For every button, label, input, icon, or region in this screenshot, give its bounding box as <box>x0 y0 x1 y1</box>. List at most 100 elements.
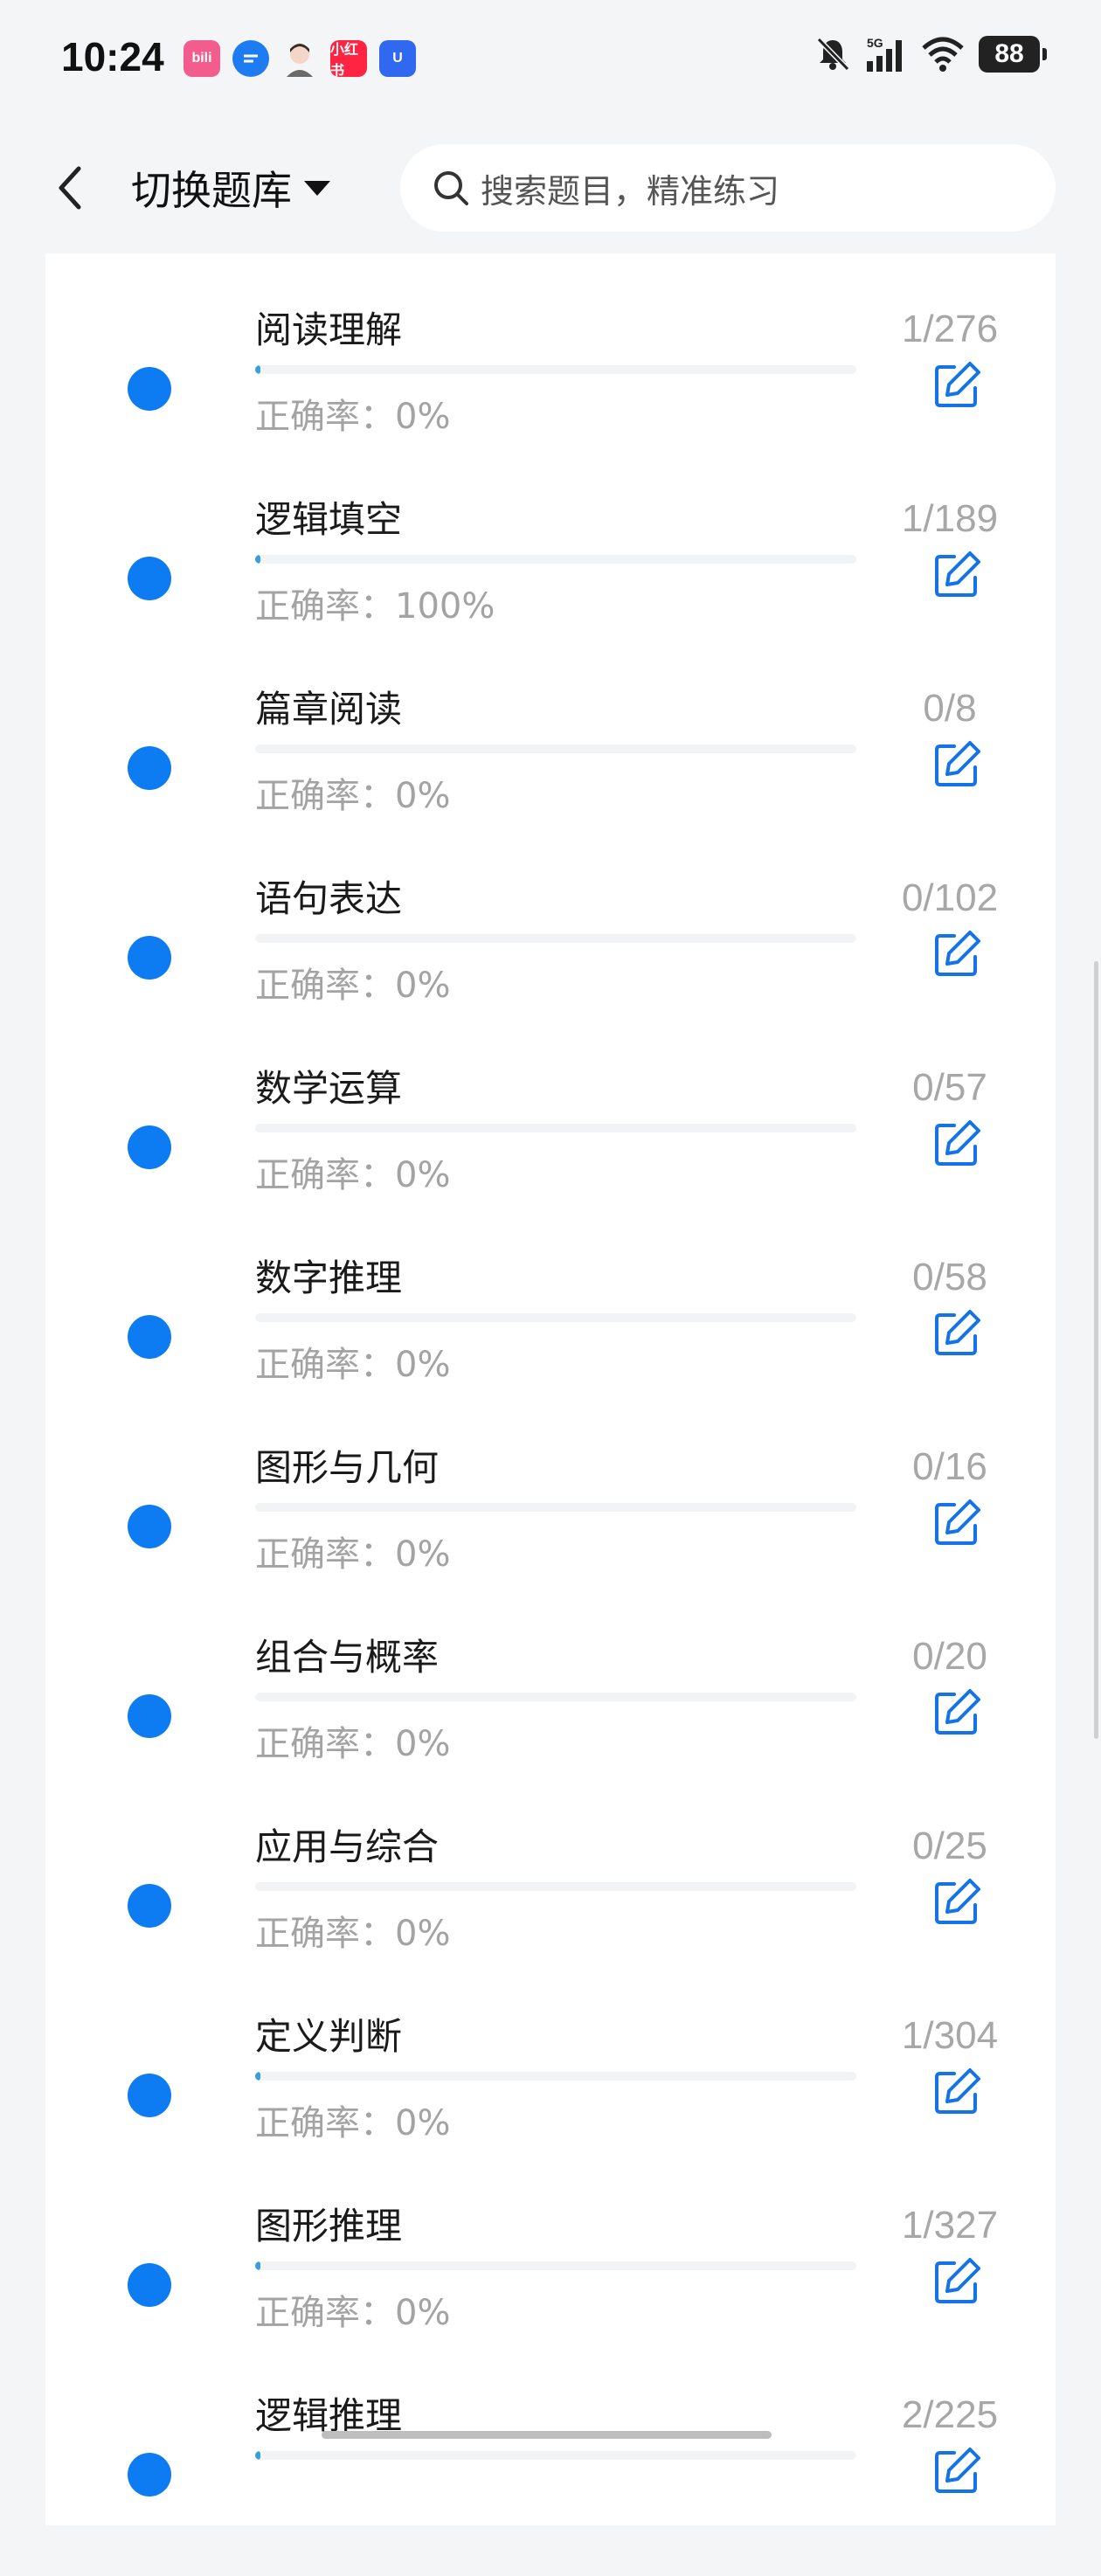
category-dot <box>128 557 171 600</box>
category-dot <box>128 1884 171 1928</box>
practice-edit-button[interactable] <box>931 2254 984 2307</box>
search-placeholder: 搜索题目，精准练习 <box>481 171 780 211</box>
edit-icon <box>935 931 980 976</box>
accuracy-label: 正确率：0% <box>255 1724 451 1764</box>
category-row[interactable]: 逻辑推理 2/225 <box>45 2386 1056 2576</box>
search-icon <box>434 171 468 205</box>
category-row[interactable]: 应用与综合 正确率：0% 0/25 <box>45 1818 1056 2007</box>
practice-edit-button[interactable] <box>931 1496 984 1548</box>
edit-icon <box>935 1689 980 1735</box>
category-dot <box>128 936 171 980</box>
category-row[interactable]: 阅读理解正确率：0% 1/276 <box>45 301 1056 490</box>
vpn-app-icon: U <box>379 40 416 77</box>
vpn-app-label: U <box>392 51 403 66</box>
switch-question-bank-button[interactable]: 切换题库 <box>131 157 330 218</box>
progress-fill <box>255 2261 260 2270</box>
practice-edit-button[interactable] <box>931 2065 984 2117</box>
chevron-left-icon <box>59 166 81 210</box>
accuracy-label: 正确率：0% <box>255 966 451 1006</box>
category-row[interactable]: 逻辑填空 正确率：100% 1/189 <box>45 490 1056 680</box>
edit-icon <box>935 1120 980 1166</box>
progress-fill <box>255 2451 261 2460</box>
progress-bar <box>255 1313 856 1322</box>
edit-icon <box>935 551 980 597</box>
progress-bar <box>255 1693 856 1701</box>
category-name: 语句表达 <box>255 877 403 920</box>
category-row[interactable]: 篇章阅读正确率：0% 0/8 <box>45 680 1056 869</box>
edit-icon <box>935 1879 980 1924</box>
question-count: 1/189 <box>901 497 999 540</box>
battery-indicator: 88 <box>979 36 1047 73</box>
status-time: 10:24 <box>61 34 164 80</box>
progress-fill <box>255 555 260 564</box>
practice-edit-button[interactable] <box>931 1117 984 1169</box>
category-name: 图形与几何 <box>255 1446 440 1489</box>
category-dot <box>128 367 171 411</box>
category-row[interactable]: 数学运算 正确率：0% 0/57 <box>45 1059 1056 1249</box>
question-count: 0/102 <box>901 876 999 919</box>
practice-edit-button[interactable] <box>931 737 984 790</box>
progress-bar <box>255 555 856 564</box>
signal-5g-icon: 5G <box>867 36 902 72</box>
search-input[interactable]: 搜索题目，精准练习 <box>400 144 1056 232</box>
category-name: 图形推理 <box>255 2205 403 2247</box>
caret-down-icon <box>304 180 330 196</box>
progress-bar <box>255 2072 856 2081</box>
category-name: 阅读理解 <box>255 308 403 351</box>
question-count: 0/8 <box>923 687 977 730</box>
network-type-label: 5G <box>867 36 883 50</box>
system-icons: 5G 88 <box>814 35 1047 73</box>
scrollbar[interactable] <box>1094 961 1098 1739</box>
accuracy-label: 正确率：0% <box>255 776 451 816</box>
xiaohongshu-icon: 小红书 <box>330 40 367 79</box>
category-row[interactable]: 语句表达正确率：0% 0/102 <box>45 869 1056 1059</box>
progress-bar <box>255 934 856 943</box>
question-count: 0/25 <box>912 1825 987 1867</box>
wifi-icon <box>922 37 964 72</box>
edit-icon <box>935 2258 980 2303</box>
category-name: 数字推理 <box>255 1257 403 1299</box>
category-row[interactable]: 数字推理 正确率：0% 0/58 <box>45 1249 1056 1438</box>
edit-icon <box>935 2068 980 2114</box>
practice-edit-button[interactable] <box>931 548 984 600</box>
category-name: 篇章阅读 <box>255 688 403 731</box>
top-nav-bar: 切换题库 搜索题目，精准练习 <box>0 122 1101 253</box>
accuracy-label: 正确率：0% <box>255 1345 451 1385</box>
practice-edit-button[interactable] <box>931 1686 984 1738</box>
practice-edit-button[interactable] <box>931 1306 984 1359</box>
bilibili-icon: bili <box>184 40 220 77</box>
category-row[interactable]: 定义判断 正确率：0% 1/304 <box>45 2007 1056 2197</box>
edit-icon <box>935 1499 980 1545</box>
accuracy-label: 正确率：100% <box>255 586 495 627</box>
status-bar: 10:24 bili 小红书 U 5G 88 <box>0 0 1101 122</box>
accuracy-label: 正确率：0% <box>255 2293 451 2333</box>
category-name: 组合与概率 <box>255 1636 440 1679</box>
progress-bar <box>255 2261 856 2270</box>
home-indicator[interactable] <box>322 2431 772 2439</box>
notification-app-icons: bili 小红书 U <box>184 40 416 79</box>
accuracy-label: 正确率：0% <box>255 2103 451 2143</box>
question-count: 1/327 <box>901 2204 999 2247</box>
accuracy-label: 正确率：0% <box>255 397 451 437</box>
category-row[interactable]: 图形与几何 正确率：0% 0/16 <box>45 1438 1056 1628</box>
category-dot <box>128 2263 171 2307</box>
category-dot <box>128 2453 171 2496</box>
category-dot <box>128 1315 171 1359</box>
question-count: 1/276 <box>901 308 999 350</box>
practice-edit-button[interactable] <box>931 358 984 411</box>
category-dot <box>128 1125 171 1169</box>
accuracy-label: 正确率：0% <box>255 1155 451 1195</box>
question-count: 0/16 <box>912 1445 987 1488</box>
category-dot <box>128 2074 171 2117</box>
xiaohongshu-label: 小红书 <box>330 43 359 79</box>
progress-bar <box>255 1503 856 1512</box>
category-row[interactable]: 组合与概率正确率：0% 0/20 <box>45 1628 1056 1818</box>
question-count: 0/20 <box>912 1635 987 1678</box>
practice-edit-button[interactable] <box>931 2444 984 2496</box>
progress-bar <box>255 1124 856 1132</box>
practice-edit-button[interactable] <box>931 927 984 980</box>
category-row[interactable]: 图形推理正确率：0% 1/327 <box>45 2197 1056 2386</box>
page-title: 切换题库 <box>131 167 292 214</box>
practice-edit-button[interactable] <box>931 1875 984 1928</box>
back-button[interactable] <box>44 157 96 218</box>
